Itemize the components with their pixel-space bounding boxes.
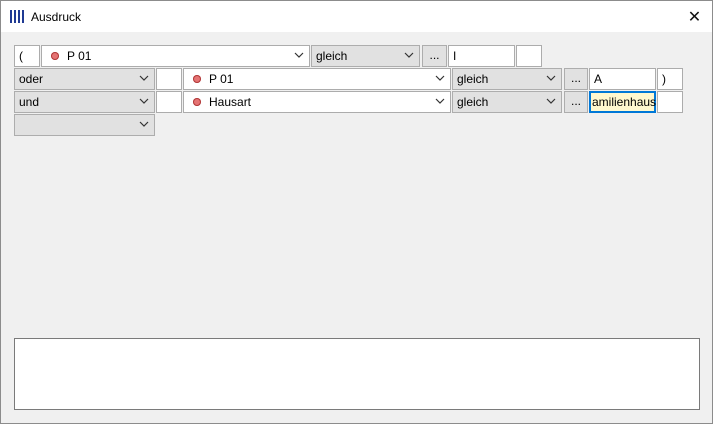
open-paren-input[interactable] [156, 91, 182, 113]
open-paren-value: ( [19, 49, 23, 63]
chevron-down-icon [546, 75, 556, 81]
field-select[interactable]: Hausart [183, 91, 451, 113]
connector-select[interactable]: und [14, 91, 155, 113]
value-input[interactable]: I [448, 45, 515, 67]
close-paren-input[interactable] [657, 91, 683, 113]
red-dot-icon [51, 52, 59, 60]
value-input-active[interactable]: amilienhaus [589, 91, 656, 113]
close-paren-value: ) [662, 72, 666, 86]
chevron-down-icon [139, 98, 149, 104]
connector-select[interactable] [14, 114, 155, 136]
open-paren-input[interactable] [156, 68, 182, 90]
connector-select[interactable]: oder [14, 68, 155, 90]
value-input-text: A [594, 72, 603, 86]
operator-select[interactable]: gleich [452, 91, 562, 113]
operator-select-value: gleich [457, 72, 489, 86]
close-button[interactable]: ✕ [677, 1, 712, 32]
field-select[interactable]: P 01 [41, 45, 310, 67]
chevron-down-icon [139, 75, 149, 81]
operator-select-value: gleich [457, 95, 489, 109]
value-input[interactable]: A [589, 68, 656, 90]
connector-select-value: oder [19, 72, 44, 86]
operator-select[interactable]: gleich [452, 68, 562, 90]
close-paren-input[interactable] [516, 45, 542, 67]
open-paren-input[interactable]: ( [14, 45, 40, 67]
field-select-value: P 01 [67, 49, 92, 63]
value-input-text: I [453, 49, 457, 63]
chevron-down-icon [294, 52, 304, 58]
red-dot-icon [193, 98, 201, 106]
columns-icon [10, 10, 25, 23]
red-dot-icon [193, 75, 201, 83]
dialog-window: Ausdruck ✕ ( P 01 gleich ... I oder P 01… [0, 0, 713, 424]
chevron-down-icon [435, 98, 445, 104]
browse-button[interactable]: ... [564, 91, 588, 113]
chevron-down-icon [435, 75, 445, 81]
field-select-value: Hausart [209, 95, 252, 109]
close-icon: ✕ [687, 8, 702, 26]
chevron-down-icon [139, 121, 149, 127]
window-title: Ausdruck [31, 10, 82, 24]
close-paren-input[interactable]: ) [657, 68, 683, 90]
operator-select[interactable]: gleich [311, 45, 420, 67]
chevron-down-icon [546, 98, 556, 104]
operator-select-value: gleich [316, 49, 348, 63]
value-input-text: amilienhaus [592, 95, 657, 109]
browse-button[interactable]: ... [422, 45, 447, 67]
field-select-value: P 01 [209, 72, 234, 86]
browse-button[interactable]: ... [564, 68, 588, 90]
expression-textbox[interactable] [14, 338, 700, 410]
field-select[interactable]: P 01 [183, 68, 451, 90]
connector-select-value: und [19, 95, 40, 109]
title-bar: Ausdruck ✕ [1, 1, 712, 32]
chevron-down-icon [404, 52, 414, 58]
